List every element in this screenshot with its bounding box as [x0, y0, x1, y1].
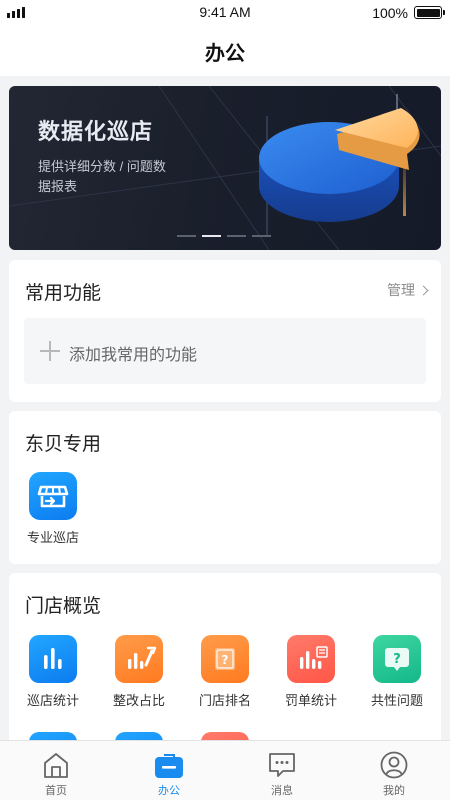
- dongbei-card: 东贝专用 专业巡店: [9, 411, 441, 564]
- briefcase-icon: [154, 750, 184, 780]
- tab-bar: 首页 办公 消息 我的: [0, 740, 450, 800]
- tab-label: 消息: [271, 785, 293, 797]
- store-icon: [29, 472, 77, 520]
- penalty-chart-icon: [287, 635, 335, 683]
- banner-dot[interactable]: [227, 235, 246, 237]
- func-label: 共性问题: [370, 693, 423, 708]
- func-item-inspection-stats[interactable]: 巡店统计: [20, 635, 86, 709]
- banner-dot[interactable]: [177, 235, 196, 237]
- common-functions-card: 常用功能 管理 添加我常用的功能: [9, 260, 441, 402]
- status-bar: 9:41 AM 100%: [0, 0, 450, 26]
- plus-icon: [40, 341, 60, 361]
- ranking-icon: ?: [201, 635, 249, 683]
- home-icon: [41, 750, 71, 780]
- banner-dot-active[interactable]: [202, 235, 221, 237]
- wrench-chart-icon: [115, 635, 163, 683]
- banner-dot[interactable]: [252, 235, 271, 237]
- promo-banner[interactable]: 数据化巡店 提供详细分数 / 问题数据报表: [9, 86, 441, 250]
- add-common-function-button[interactable]: 添加我常用的功能: [24, 318, 426, 384]
- chevron-right-icon: [418, 285, 429, 295]
- nav-bar: 办公: [0, 26, 450, 76]
- func-item-rectification-ratio[interactable]: 整改占比: [106, 635, 172, 709]
- func-label: 专业巡店: [26, 530, 79, 545]
- message-icon: [267, 750, 297, 780]
- func-label: 罚单统计: [284, 693, 337, 708]
- svg-text:?: ?: [222, 653, 229, 667]
- func-label: 门店排名: [198, 693, 251, 708]
- func-item-professional-inspection[interactable]: 专业巡店: [21, 472, 85, 546]
- manage-label: 管理: [387, 282, 415, 298]
- banner-title: 数据化巡店: [38, 119, 154, 144]
- battery-percent: 100%: [372, 5, 408, 21]
- func-item-penalty-stats[interactable]: 罚单统计: [278, 635, 344, 709]
- tab-label: 首页: [45, 785, 67, 797]
- section-title: 东贝专用: [25, 434, 102, 455]
- func-item-store-ranking[interactable]: ? 门店排名: [192, 635, 258, 709]
- battery-icon: [414, 6, 445, 19]
- tab-messages[interactable]: 消息: [237, 741, 327, 800]
- section-title: 常用功能: [25, 283, 102, 304]
- profile-icon: [379, 750, 409, 780]
- tab-profile[interactable]: 我的: [349, 741, 439, 800]
- banner-subtitle: 提供详细分数 / 问题数据报表: [38, 159, 166, 194]
- page-title: 办公: [205, 43, 245, 65]
- bar-chart-icon: [29, 635, 77, 683]
- tab-home[interactable]: 首页: [11, 741, 101, 800]
- svg-text:?: ?: [393, 652, 401, 667]
- manage-link[interactable]: 管理: [387, 280, 429, 300]
- func-label: 整改占比: [112, 693, 165, 708]
- tab-label: 我的: [383, 785, 405, 797]
- question-icon: ?: [373, 635, 421, 683]
- add-function-label: 添加我常用的功能: [69, 347, 198, 364]
- func-label: 巡店统计: [26, 693, 79, 708]
- section-title: 门店概览: [25, 596, 102, 617]
- tab-label: 办公: [158, 785, 180, 797]
- tab-office[interactable]: 办公: [124, 741, 214, 800]
- func-item-common-issues[interactable]: ? 共性问题: [364, 635, 430, 709]
